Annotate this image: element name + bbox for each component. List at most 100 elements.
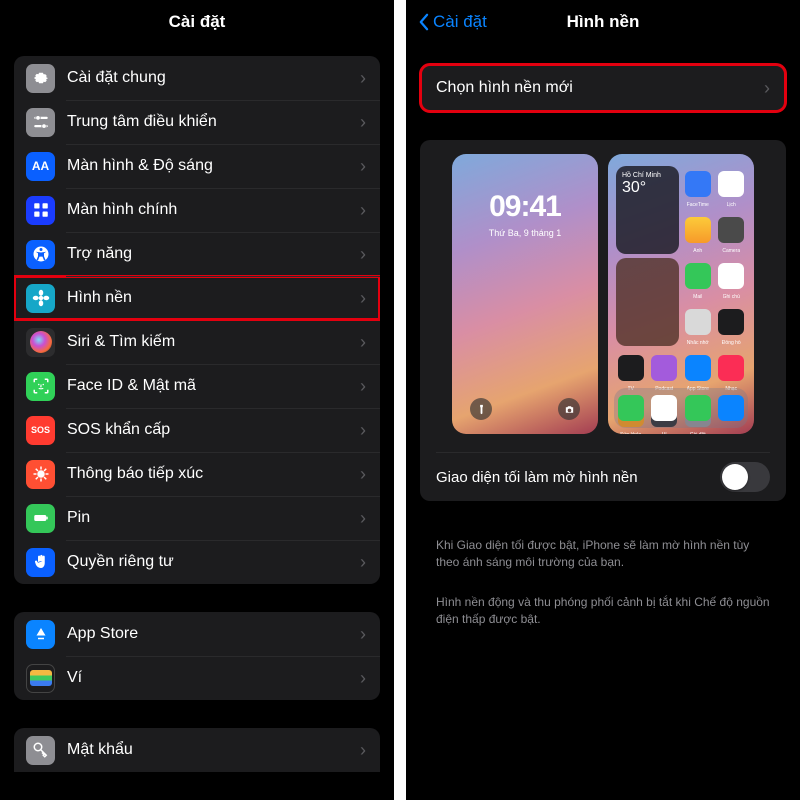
- gear-icon: [26, 64, 55, 93]
- footer-note-1: Khi Giao diện tối được bật, iPhone sẽ là…: [420, 529, 786, 572]
- settings-row-display[interactable]: AAMàn hình & Độ sáng›: [14, 144, 380, 188]
- settings-row-appstore[interactable]: App Store›: [14, 612, 380, 656]
- wallpaper-preview-group: 09:41 Thứ Ba, 9 tháng 1: [420, 140, 786, 501]
- row-label: Cài đặt chung: [67, 69, 360, 87]
- app-icon: [718, 309, 744, 335]
- settings-row-sos[interactable]: SOS SOS khẩn cấp›: [14, 408, 380, 452]
- dark-dim-switch[interactable]: [720, 462, 770, 492]
- row-label: Pin: [67, 509, 360, 527]
- dark-dim-toggle-row: Giao diện tối làm mờ hình nền: [420, 453, 786, 501]
- chevron-right-icon: ›: [360, 156, 366, 177]
- lock-bottom-controls: [452, 398, 598, 420]
- grid-icon: [26, 196, 55, 225]
- settings-row-accessibility[interactable]: Trợ năng›: [14, 232, 380, 276]
- chevron-right-icon: ›: [360, 244, 366, 265]
- lockscreen-preview[interactable]: 09:41 Thứ Ba, 9 tháng 1: [452, 154, 598, 434]
- photo-widget: [616, 258, 679, 346]
- row-label: Quyền riêng tư: [67, 553, 360, 571]
- sos-icon: SOS: [26, 416, 55, 445]
- chevron-right-icon: ›: [764, 78, 770, 99]
- settings-list[interactable]: Cài đặt chung›Trung tâm điều khiển›AAMàn…: [0, 44, 394, 800]
- choose-new-wallpaper-label: Chọn hình nền mới: [436, 79, 573, 97]
- settings-row-privacy[interactable]: Quyền riêng tư›: [14, 540, 380, 584]
- row-label: Ví: [67, 669, 360, 687]
- settings-group: App Store›Ví›: [14, 612, 380, 700]
- dark-dim-label: Giao diện tối làm mờ hình nền: [436, 469, 638, 486]
- settings-row-battery[interactable]: Pin›: [14, 496, 380, 540]
- dock: [614, 388, 748, 428]
- row-label: SOS khẩn cấp: [67, 421, 360, 439]
- footer-note-2: Hình nền động và thu phóng phối cảnh bị …: [420, 586, 786, 629]
- chevron-right-icon: ›: [360, 624, 366, 645]
- app-icon: [685, 217, 711, 243]
- chevron-right-icon: ›: [360, 68, 366, 89]
- settings-row-wallet[interactable]: Ví›: [14, 656, 380, 700]
- chevron-right-icon: ›: [360, 288, 366, 309]
- sliders-icon: [26, 108, 55, 137]
- row-label: Trợ năng: [67, 245, 360, 263]
- app-icon: [685, 355, 711, 381]
- settings-row-home-screen[interactable]: Màn hình chính›: [14, 188, 380, 232]
- nav-bar: Cài đặt: [0, 0, 394, 44]
- wallet-icon: [26, 664, 55, 693]
- chevron-right-icon: ›: [360, 332, 366, 353]
- settings-row-general[interactable]: Cài đặt chung›: [14, 56, 380, 100]
- row-label: Mật khẩu: [67, 741, 360, 759]
- row-label: Face ID & Mật mã: [67, 377, 360, 395]
- chevron-right-icon: ›: [360, 464, 366, 485]
- lock-time: 09:41: [452, 190, 598, 224]
- app-icon: [718, 217, 744, 243]
- page-title: Hình nền: [567, 12, 640, 32]
- choose-new-wallpaper-group: Chọn hình nền mới ›: [420, 64, 786, 112]
- app-icon: [718, 355, 744, 381]
- accessibility-icon: [26, 240, 55, 269]
- chevron-right-icon: ›: [360, 668, 366, 689]
- homescreen-preview[interactable]: Hồ Chí Minh 30° FaceTime Lịch Ảnh Camera…: [608, 154, 754, 434]
- settings-row-exposure[interactable]: Thông báo tiếp xúc›: [14, 452, 380, 496]
- camera-icon: [558, 398, 580, 420]
- app-icon: [718, 171, 744, 197]
- row-label: App Store: [67, 625, 360, 643]
- chevron-left-icon: [418, 13, 429, 31]
- chevron-right-icon: ›: [360, 420, 366, 441]
- battery-icon: [26, 504, 55, 533]
- settings-row-faceid[interactable]: Face ID & Mật mã›: [14, 364, 380, 408]
- lock-date: Thứ Ba, 9 tháng 1: [452, 228, 598, 238]
- back-button[interactable]: Cài đặt: [418, 12, 487, 32]
- app-icon: [618, 355, 644, 381]
- virus-icon: [26, 460, 55, 489]
- app-icon: [685, 171, 711, 197]
- dock-app-icon: [618, 395, 644, 421]
- faceid-icon: [26, 372, 55, 401]
- wallpaper-content[interactable]: Chọn hình nền mới › 09:41 Thứ Ba, 9 thán…: [406, 44, 800, 800]
- row-label: Màn hình chính: [67, 201, 360, 219]
- settings-row-siri[interactable]: Siri & Tìm kiếm›: [14, 320, 380, 364]
- appstore-icon: [26, 620, 55, 649]
- dock-app-icon: [685, 395, 711, 421]
- settings-row-control-center[interactable]: Trung tâm điều khiển›: [14, 100, 380, 144]
- row-label: Thông báo tiếp xúc: [67, 465, 360, 483]
- row-label: Siri & Tìm kiếm: [67, 333, 360, 351]
- app-icon: [651, 355, 677, 381]
- flashlight-icon: [470, 398, 492, 420]
- row-label: Màn hình & Độ sáng: [67, 157, 360, 175]
- dock-app-icon: [718, 395, 744, 421]
- siri-icon: [26, 328, 55, 357]
- chevron-right-icon: ›: [360, 376, 366, 397]
- dock-app-icon: [651, 395, 677, 421]
- wallpaper-screen: Cài đặt Hình nền Chọn hình nền mới › 09:…: [406, 0, 800, 800]
- key-icon: [26, 736, 55, 765]
- settings-row-passwords[interactable]: Mật khẩu›: [14, 728, 380, 772]
- chevron-right-icon: ›: [360, 740, 366, 761]
- app-icon: [685, 263, 711, 289]
- back-label: Cài đặt: [433, 12, 487, 32]
- chevron-right-icon: ›: [360, 508, 366, 529]
- flower-icon: [26, 284, 55, 313]
- app-icon: [685, 309, 711, 335]
- choose-new-wallpaper-row[interactable]: Chọn hình nền mới ›: [420, 64, 786, 112]
- settings-row-wallpaper[interactable]: Hình nền›: [14, 276, 380, 320]
- row-label: Hình nền: [67, 289, 360, 307]
- chevron-right-icon: ›: [360, 552, 366, 573]
- chevron-right-icon: ›: [360, 112, 366, 133]
- nav-bar: Cài đặt Hình nền: [406, 0, 800, 44]
